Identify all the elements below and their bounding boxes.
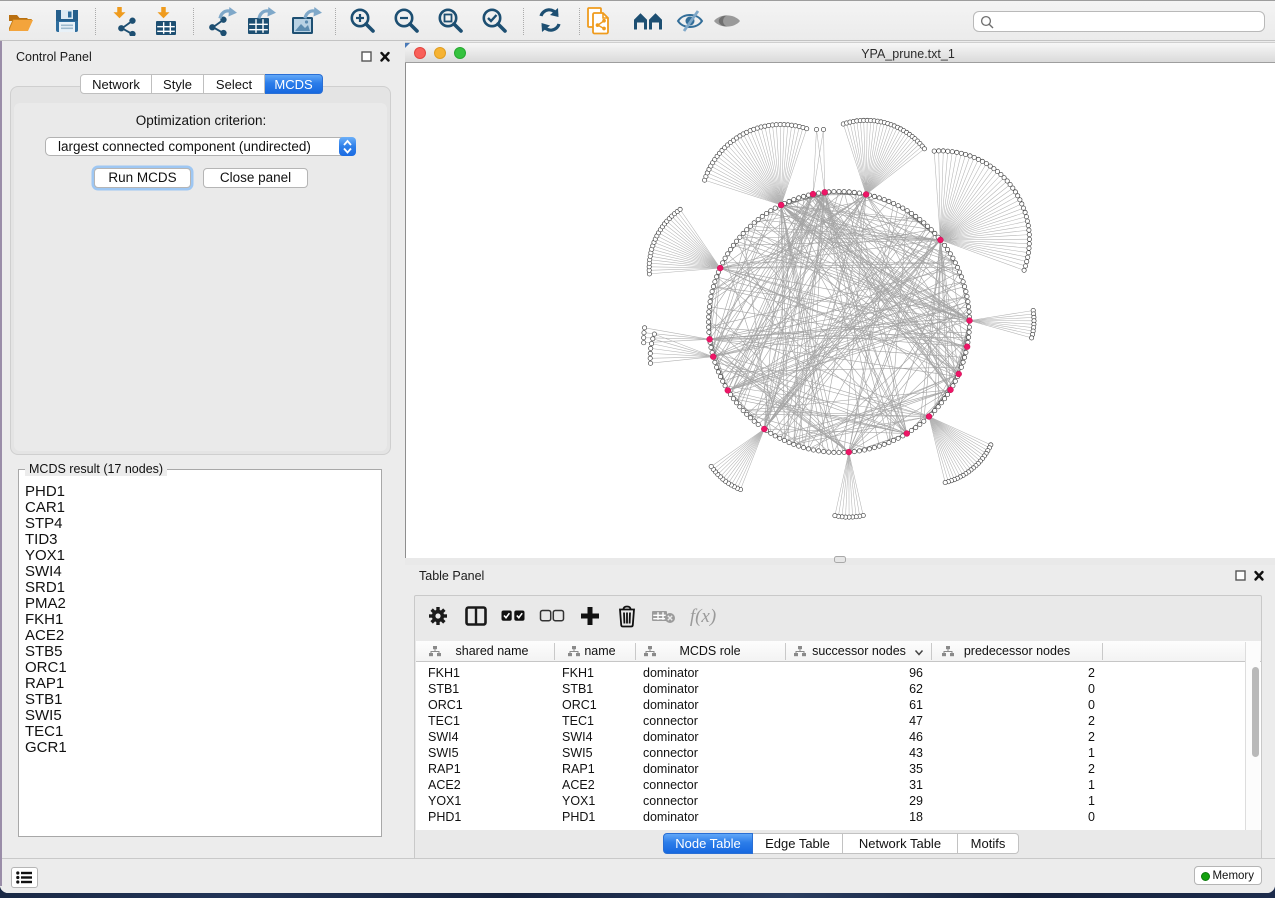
svg-text:f(x): f(x) <box>690 606 716 627</box>
